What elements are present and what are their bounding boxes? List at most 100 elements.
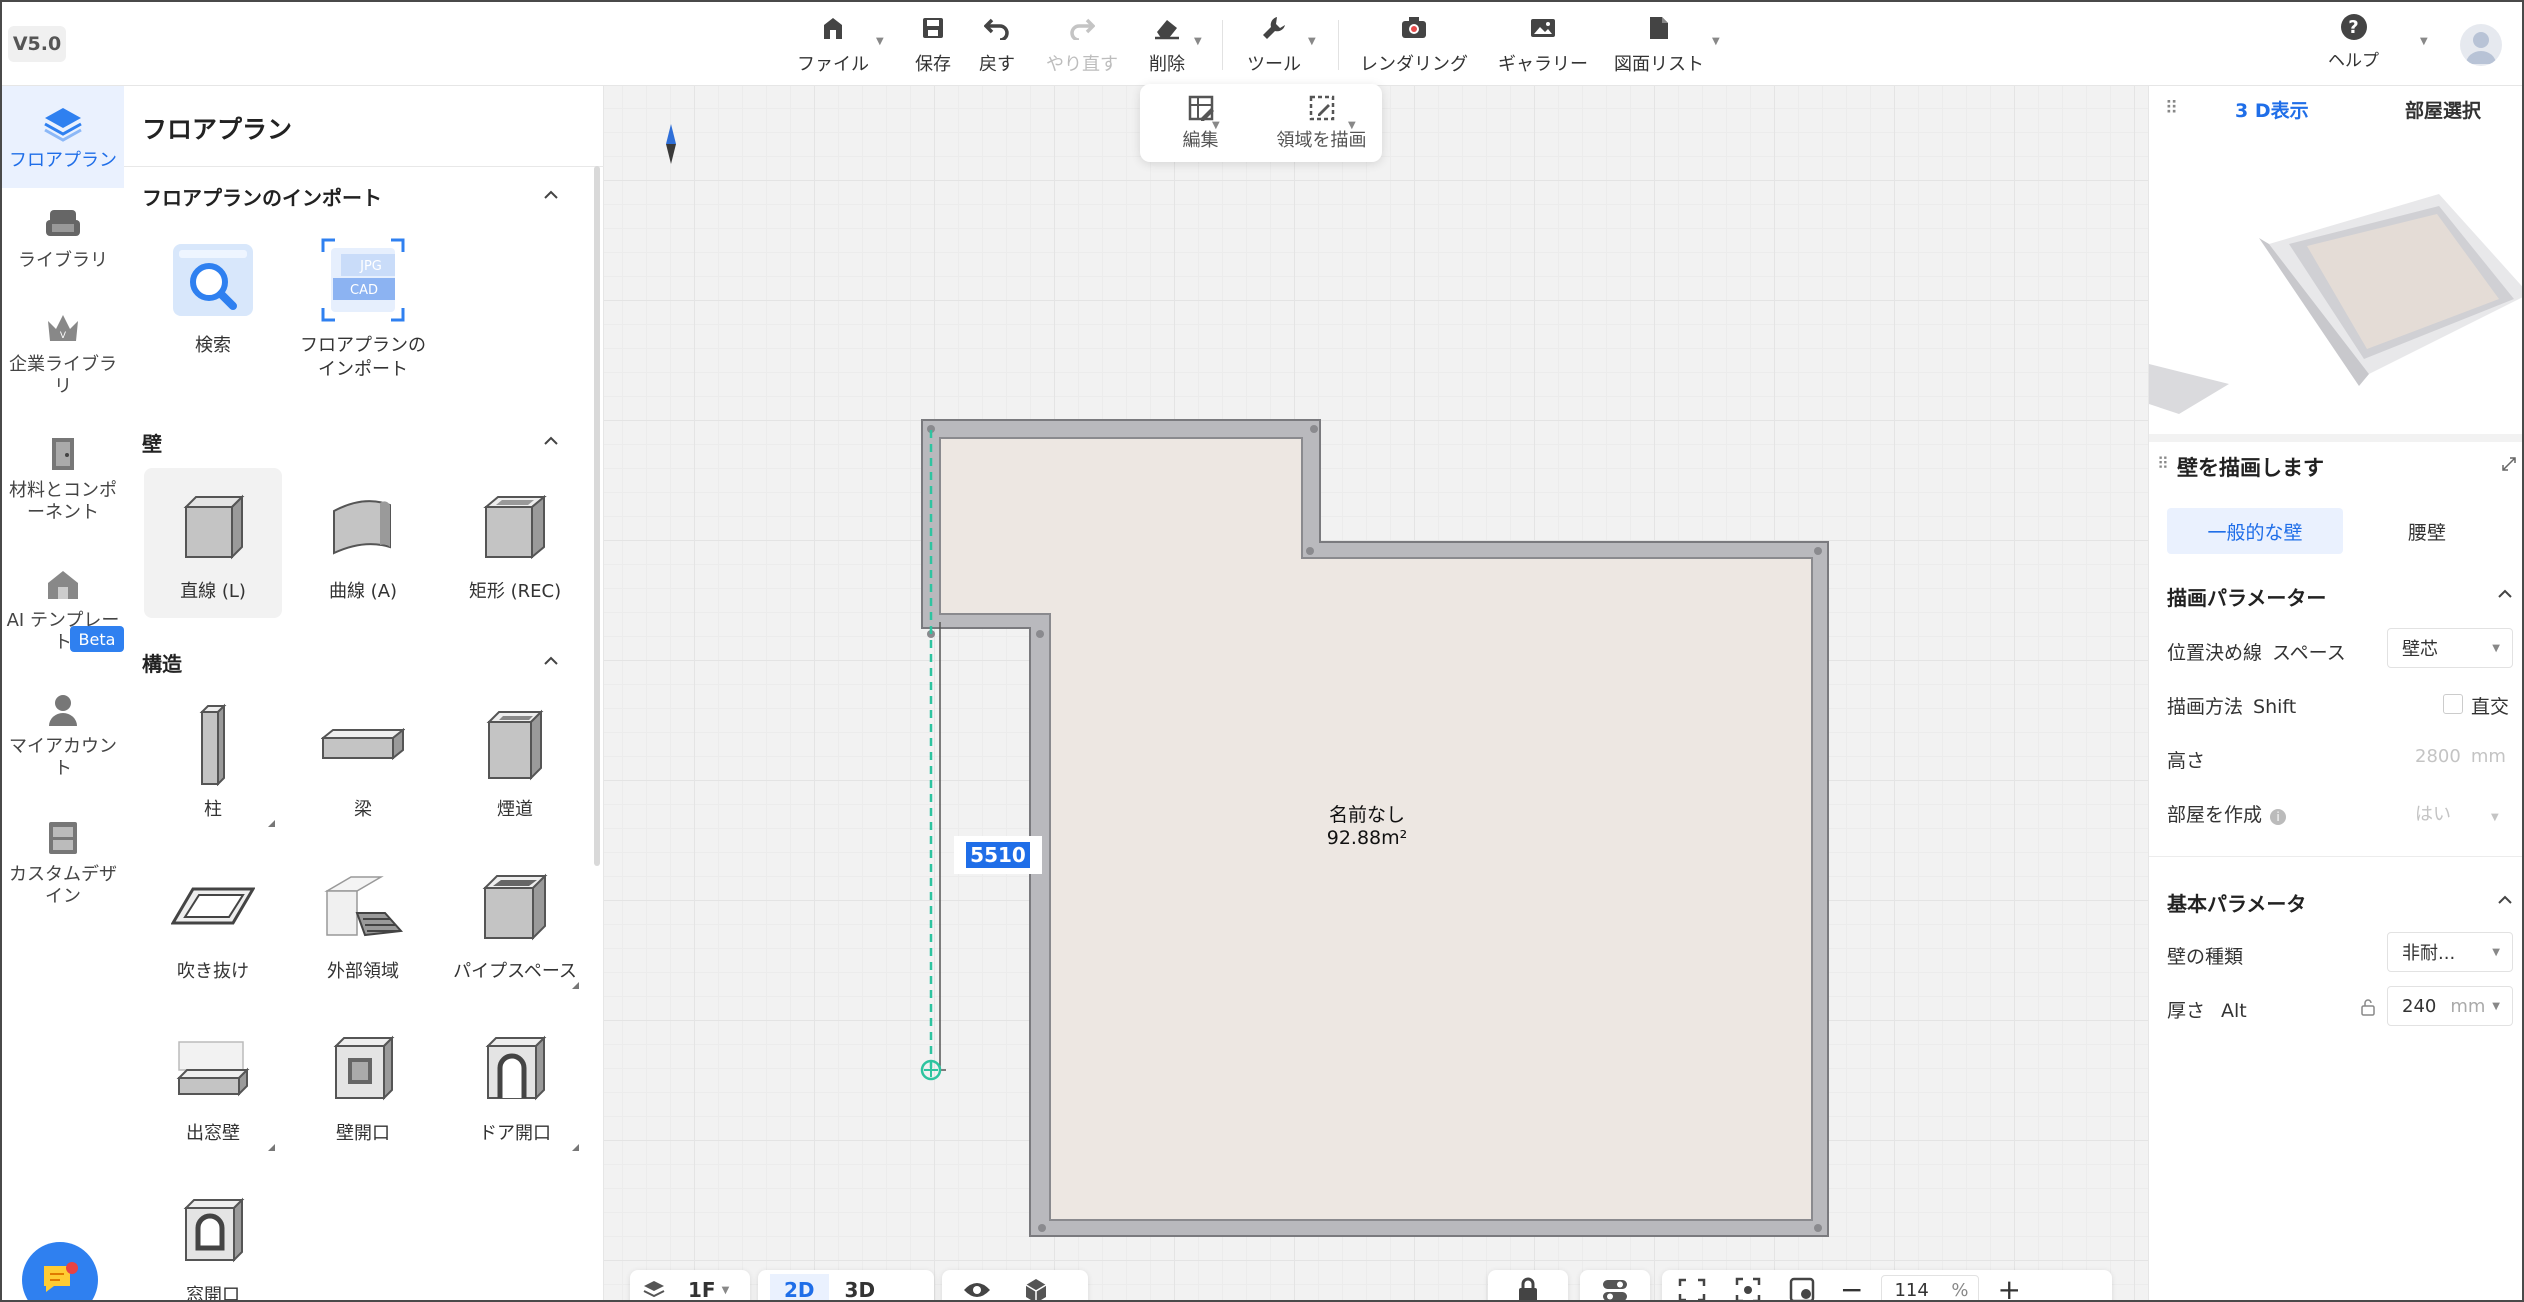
sidebar-item-library[interactable]: ライブラリ <box>2 204 124 272</box>
door-opening-item[interactable]: ドア開口 <box>446 1010 584 1160</box>
room-label[interactable]: 名前なし 92.88m² <box>1302 804 1432 850</box>
sidebar-item-ai-template[interactable]: AI テンプレート <box>2 564 124 654</box>
tab-room-select[interactable]: 部屋選択 <box>2405 96 2481 123</box>
zoom-out-button[interactable]: − <box>1840 1276 1863 1301</box>
normal-wall-tab[interactable]: 一般的な壁 <box>2167 508 2343 554</box>
app-window: V5.0 ファイル ▼ 保存 戻す やり直す 削除 ▼ ツール ▼ レンダリング… <box>0 0 2524 1302</box>
panel-scrollbar[interactable] <box>594 166 600 866</box>
column-item[interactable]: 柱 <box>144 686 282 836</box>
edit-button[interactable]: 編集 <box>1140 84 1261 162</box>
draw-area-button[interactable]: 領域を描画 <box>1261 84 1382 162</box>
chevron-down-icon: ▼ <box>1348 120 1356 131</box>
zoom-input[interactable]: 114% <box>1881 1275 1980 1300</box>
help-button[interactable]: ? ヘルプ <box>2328 14 2379 71</box>
drag-handle-icon[interactable]: ⠿ <box>2157 454 2169 473</box>
door-icon <box>43 434 83 474</box>
floorplan-canvas[interactable]: 5510 名前なし 92.88m² 1F ▼ 2D 3D − 114% + <box>604 86 2148 1302</box>
avatar[interactable] <box>2460 24 2502 66</box>
pipe-space-item[interactable]: パイプスペース <box>446 848 584 998</box>
import-floorplan-item[interactable]: JPG CAD フロアプランの インポート <box>294 222 432 392</box>
gallery-button[interactable]: ギャラリー <box>1496 14 1590 76</box>
settings-toggle-button[interactable] <box>1580 1270 1650 1300</box>
wall-kind-select[interactable]: 非耐... ▼ <box>2387 932 2513 972</box>
void-icon <box>168 860 258 952</box>
structure-section-title: 構造 <box>142 652 182 676</box>
undo-button[interactable]: 戻す <box>972 14 1022 76</box>
fit-view-icon[interactable] <box>1676 1276 1708 1302</box>
floor-selector[interactable]: 1F ▼ <box>630 1270 750 1300</box>
expand-icon[interactable] <box>2501 456 2517 472</box>
sidebar-item-materials[interactable]: 材料とコンポーネント <box>2 434 124 524</box>
lock-button[interactable] <box>1488 1270 1568 1300</box>
view-mode-switch[interactable]: 2D 3D <box>758 1270 934 1300</box>
redo-icon <box>1068 14 1096 42</box>
exterior-area-item[interactable]: 外部領域 <box>294 848 432 998</box>
bay-window-wall-icon <box>168 1022 258 1114</box>
crown-icon: V <box>43 308 83 348</box>
bay-window-wall-item[interactable]: 出窓壁 <box>144 1010 282 1160</box>
svg-text:CAD: CAD <box>350 283 378 298</box>
search-thumbnail-icon <box>168 234 258 326</box>
save-button[interactable]: 保存 <box>906 14 960 76</box>
chevron-up-icon[interactable] <box>2497 586 2513 602</box>
search-floorplan-item[interactable]: 検索 <box>144 222 282 372</box>
sidebar-item-custom-design[interactable]: カスタムデザイン <box>2 818 124 908</box>
window-opening-item[interactable]: 窓開口 <box>144 1172 282 1300</box>
file-menu-button[interactable]: ファイル <box>796 14 870 76</box>
cube-icon[interactable] <box>1022 1277 1050 1302</box>
height-input[interactable]: 2800 mm <box>2415 746 2506 767</box>
sidebar-item-my-account[interactable]: マイアカウント <box>2 690 124 780</box>
import-section-title: フロアプランのインポート <box>142 186 382 210</box>
dimension-input[interactable]: 5510 <box>954 836 1042 874</box>
chevron-up-icon[interactable] <box>542 186 560 204</box>
column-icon <box>168 698 258 790</box>
expand-corner-icon <box>268 1144 275 1151</box>
rectangle-wall-item[interactable]: 矩形 (REC) <box>446 468 584 618</box>
unlock-icon[interactable] <box>2359 998 2377 1016</box>
delete-button[interactable]: 削除 <box>1142 14 1192 76</box>
chevron-down-icon: ▼ <box>2491 812 2499 823</box>
thickness-input[interactable]: 240 mm ▼ <box>2387 986 2513 1026</box>
sidebar-item-enterprise-library[interactable]: V 企業ライブラリ <box>2 308 124 398</box>
wall-opening-item[interactable]: 壁開口 <box>294 1010 432 1160</box>
eraser-icon <box>1153 14 1181 42</box>
low-wall-tab[interactable]: 腰壁 <box>2339 508 2515 554</box>
position-line-select[interactable]: 壁芯 ▼ <box>2387 628 2513 668</box>
ortho-checkbox[interactable] <box>2443 694 2463 714</box>
3d-preview[interactable] <box>2149 134 2522 424</box>
floorplan-icon <box>43 104 83 144</box>
drawing-list-button[interactable]: 図面リスト <box>1614 14 1704 76</box>
eye-icon[interactable] <box>962 1280 992 1300</box>
zoom-controls: − 114% + <box>1662 1270 2112 1302</box>
tools-menu-button[interactable]: ツール <box>1242 14 1306 76</box>
curved-wall-item[interactable]: 曲線 (A) <box>294 468 432 618</box>
top-toolbar: V5.0 ファイル ▼ 保存 戻す やり直す 削除 ▼ ツール ▼ レンダリング… <box>2 2 2522 86</box>
straight-wall-item[interactable]: 直線 (L) <box>144 468 282 618</box>
sidebar-item-floorplan[interactable]: フロアプラン <box>2 86 124 188</box>
beam-item[interactable]: 梁 <box>294 686 432 836</box>
drag-handle-icon[interactable]: ⠿ <box>2165 98 2178 119</box>
zoom-in-button[interactable]: + <box>1997 1276 2020 1301</box>
svg-text:V: V <box>60 331 67 341</box>
beam-icon <box>318 698 408 790</box>
door-opening-icon <box>470 1022 560 1114</box>
redo-button[interactable]: やり直す <box>1042 14 1122 76</box>
chevron-down-icon: ▼ <box>721 1284 730 1296</box>
tab-3d-view[interactable]: 3 D表示 <box>2235 96 2309 123</box>
chevron-down-icon: ▼ <box>2492 1000 2500 1012</box>
chevron-up-icon[interactable] <box>542 652 560 670</box>
chevron-up-icon[interactable] <box>2497 892 2513 908</box>
void-item[interactable]: 吹き抜け <box>144 848 282 998</box>
create-room-label: 部屋を作成 i <box>2167 800 2287 827</box>
view-3d-button[interactable]: 3D <box>845 1278 876 1300</box>
create-room-select[interactable]: はい ▼ <box>2415 800 2499 826</box>
sofa-icon <box>43 204 83 244</box>
chevron-up-icon[interactable] <box>542 432 560 450</box>
view-2d-button[interactable]: 2D <box>770 1274 829 1300</box>
rendering-button[interactable]: レンダリング <box>1358 14 1470 76</box>
version-badge: V5.0 <box>8 26 66 62</box>
house-icon <box>43 564 83 604</box>
focus-icon[interactable] <box>1734 1276 1762 1302</box>
measure-icon[interactable] <box>1788 1276 1816 1302</box>
flue-item[interactable]: 煙道 <box>446 686 584 836</box>
